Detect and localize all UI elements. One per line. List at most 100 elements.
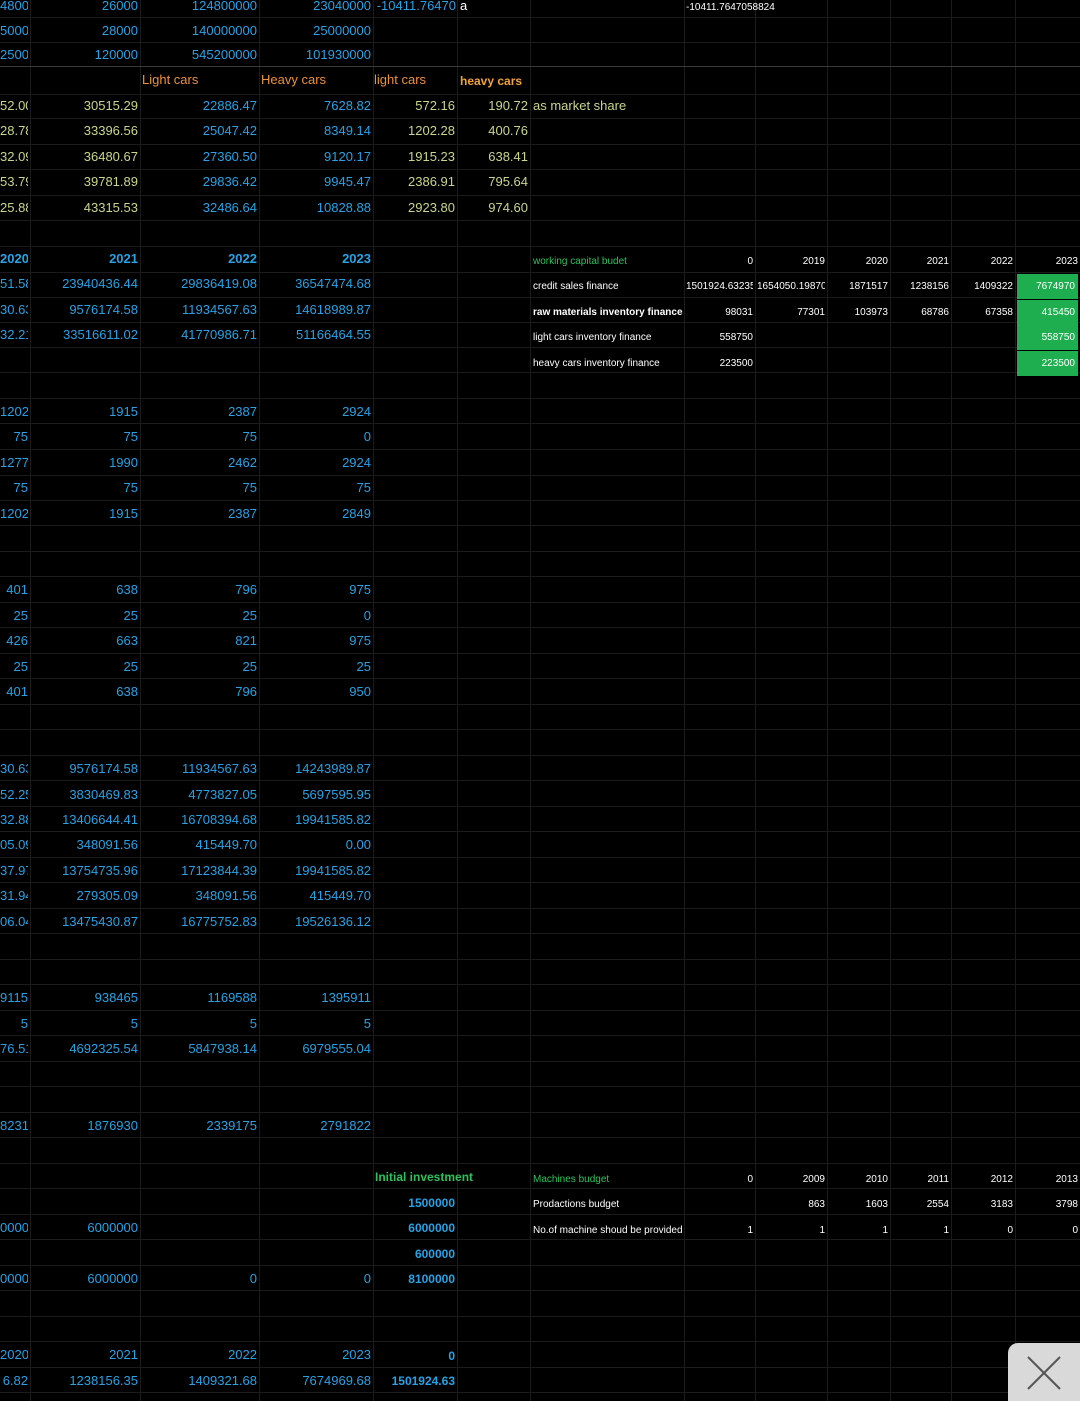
value-cell[interactable]: 120000 (32, 47, 138, 63)
value-cell[interactable]: 223500 (686, 356, 753, 372)
year-header[interactable]: 2021 (32, 251, 138, 267)
year-header[interactable]: 2022 (142, 1347, 257, 1363)
value-cell[interactable]: 13754735.96 (32, 863, 138, 879)
value-cell[interactable]: 28.78 (0, 123, 28, 139)
value-cell[interactable]: 5 (261, 1016, 371, 1032)
row-label[interactable]: credit sales finance (533, 279, 683, 295)
year-header[interactable]: 2021 (892, 254, 949, 270)
value-cell[interactable]: 31.94 (0, 888, 28, 904)
value-cell[interactable]: 2339175 (142, 1118, 257, 1134)
value-cell[interactable]: 3183 (953, 1197, 1013, 1213)
value-cell[interactable]: 974.60 (459, 200, 528, 216)
value-cell[interactable]: 101930000 (261, 47, 371, 63)
value-cell[interactable]: 1876930 (32, 1118, 138, 1134)
value-cell[interactable]: 19526136.12 (261, 914, 371, 930)
value-cell[interactable]: -10411.7647058824 (686, 0, 796, 16)
value-cell[interactable]: 16708394.68 (142, 812, 257, 828)
value-cell[interactable]: 9115 (0, 990, 28, 1006)
value-cell[interactable]: 638.41 (459, 149, 528, 165)
year-header[interactable]: 2020 (0, 1347, 28, 1363)
value-cell[interactable]: 140000000 (142, 23, 257, 39)
value-cell[interactable]: 25 (0, 659, 28, 675)
year-header[interactable]: 2022 (142, 251, 257, 267)
value-cell[interactable]: 1915 (32, 404, 138, 420)
header-heavy-cars[interactable]: Heavy cars (261, 72, 341, 88)
row-label[interactable]: raw materials inventory finance (533, 305, 683, 321)
value-cell[interactable]: 2791822 (261, 1118, 371, 1134)
value-cell[interactable]: 75 (0, 480, 28, 496)
value-cell[interactable]: 9576174.58 (32, 302, 138, 318)
value-cell[interactable]: 863 (757, 1197, 825, 1213)
value-cell[interactable]: 400.76 (459, 123, 528, 139)
investment-value[interactable]: 6000000 (375, 1220, 455, 1236)
value-cell[interactable]: 29836.42 (142, 174, 257, 190)
header-light-cars[interactable]: Light cars (142, 72, 202, 88)
value-cell[interactable]: 1501924.63235 (686, 279, 753, 295)
value-cell[interactable]: 2500 (0, 47, 28, 63)
value-cell[interactable]: 17123844.39 (142, 863, 257, 879)
value-cell[interactable]: 0000 (0, 1220, 28, 1236)
value-cell[interactable]: 426 (0, 633, 28, 649)
value-cell[interactable]: 30.63 (0, 761, 28, 777)
value-cell[interactable]: 32.21 (0, 327, 28, 343)
value-cell[interactable]: 32.09 (0, 149, 28, 165)
investment-value[interactable]: 8100000 (375, 1271, 455, 1287)
value-cell[interactable]: 223500 (1017, 351, 1078, 376)
year-header[interactable]: 2012 (953, 1172, 1013, 1188)
value-cell[interactable]: 348091.56 (142, 888, 257, 904)
value-cell[interactable]: 0 (261, 429, 371, 445)
value-cell[interactable]: 53.79 (0, 174, 28, 190)
text-cell[interactable]: a (460, 0, 480, 14)
value-cell[interactable]: 415450 (1017, 300, 1078, 325)
year-header[interactable]: 2022 (953, 254, 1013, 270)
value-cell[interactable]: 06.04 (0, 914, 28, 930)
value-cell[interactable]: 558750 (1017, 325, 1078, 350)
value-cell[interactable]: 10828.88 (261, 200, 371, 216)
year-header[interactable]: 2020 (0, 251, 28, 267)
value-cell[interactable]: 0.00 (261, 837, 371, 853)
value-cell[interactable]: 401 (0, 582, 28, 598)
value-cell[interactable]: 2386.91 (375, 174, 455, 190)
value-cell[interactable]: 1238156.35 (32, 1373, 138, 1389)
value-cell[interactable]: 32.88 (0, 812, 28, 828)
value-cell[interactable]: 1990 (32, 455, 138, 471)
value-cell[interactable]: 30.63 (0, 302, 28, 318)
value-cell[interactable]: 98031 (686, 305, 753, 321)
value-cell[interactable]: 1915.23 (375, 149, 455, 165)
value-cell[interactable]: 1915 (32, 506, 138, 522)
value-cell[interactable]: 25000000 (261, 23, 371, 39)
value-cell[interactable]: 7674970 (1017, 274, 1078, 299)
year-header[interactable]: 2019 (757, 254, 825, 270)
value-cell[interactable]: 1409322 (953, 279, 1013, 295)
value-cell[interactable]: 52.25 (0, 787, 28, 803)
year-header[interactable]: 2011 (892, 1172, 949, 1188)
row-label[interactable]: No.of machine shoud be provided (533, 1223, 683, 1239)
value-cell[interactable]: 5 (0, 1016, 28, 1032)
value-cell[interactable]: 77301 (757, 305, 825, 321)
value-cell[interactable]: 4773827.05 (142, 787, 257, 803)
year-header[interactable]: 2023 (261, 251, 371, 267)
machines-budget-title[interactable]: Machines budget (533, 1172, 683, 1188)
value-cell[interactable]: 39781.89 (32, 174, 138, 190)
value-cell[interactable]: 25 (32, 608, 138, 624)
value-cell[interactable]: 5697595.95 (261, 787, 371, 803)
value-cell[interactable]: 795.64 (459, 174, 528, 190)
close-button[interactable] (1008, 1343, 1080, 1401)
value-cell[interactable]: 3830469.83 (32, 787, 138, 803)
value-cell[interactable]: 28000 (32, 23, 138, 39)
value-cell[interactable]: 13406644.41 (32, 812, 138, 828)
value-cell[interactable]: 25 (32, 659, 138, 675)
value-cell[interactable]: 0 (953, 1223, 1013, 1239)
header-light-cars-share[interactable]: light cars (374, 72, 454, 88)
value-cell[interactable]: 8231 (0, 1118, 28, 1134)
value-cell[interactable]: 67358 (953, 305, 1013, 321)
value-cell[interactable]: 23040000 (261, 0, 371, 14)
value-cell[interactable]: 950 (261, 684, 371, 700)
value-cell[interactable]: 0 (375, 1348, 455, 1364)
value-cell[interactable]: 572.16 (375, 98, 455, 114)
value-cell[interactable]: 1871517 (829, 279, 888, 295)
value-cell[interactable]: 638 (32, 582, 138, 598)
value-cell[interactable]: 2387 (142, 404, 257, 420)
value-cell[interactable]: 8349.14 (261, 123, 371, 139)
value-cell[interactable]: 2554 (892, 1197, 949, 1213)
